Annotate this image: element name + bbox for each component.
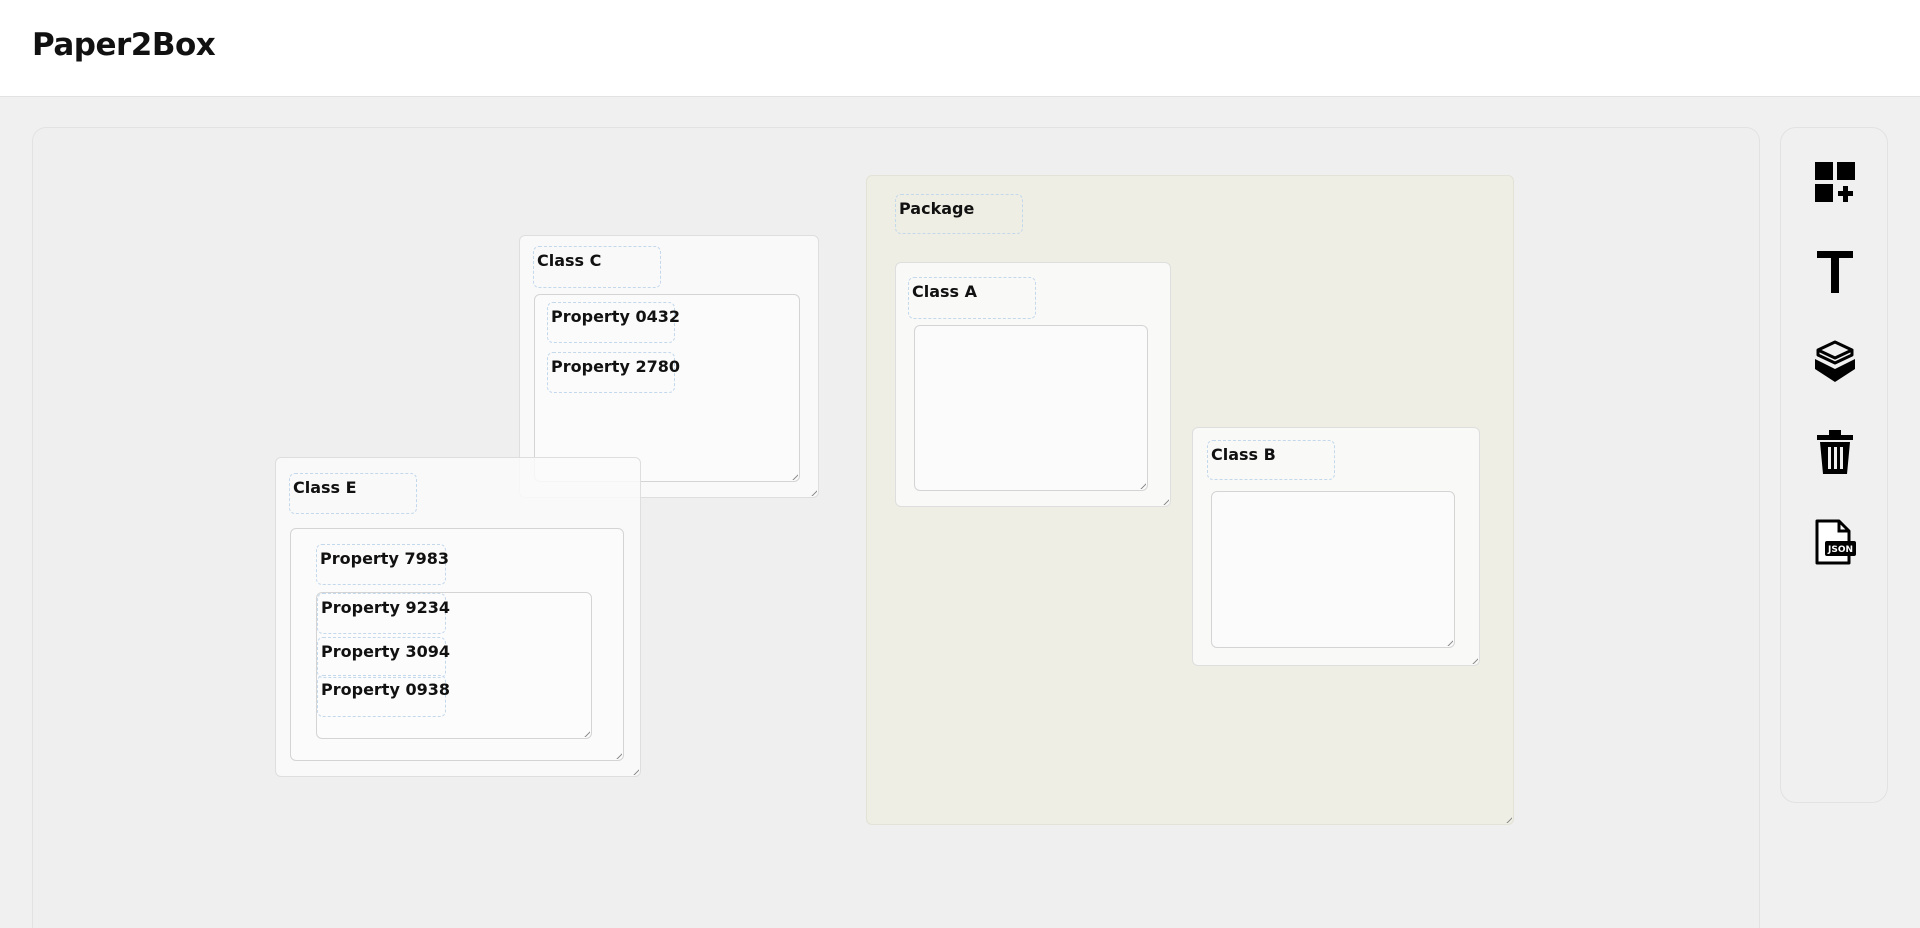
resize-handle[interactable] <box>1468 654 1478 664</box>
tool-sidebar: JSON <box>1780 127 1888 803</box>
trash-icon[interactable] <box>1811 428 1859 476</box>
property-item[interactable]: Property 9234 <box>317 593 450 634</box>
resize-handle[interactable] <box>612 749 622 759</box>
resize-handle[interactable] <box>788 470 798 480</box>
class-a-property-list[interactable] <box>914 325 1148 491</box>
property-item[interactable]: Property 3094 <box>317 637 450 678</box>
class-b-label[interactable]: Class B <box>1207 440 1335 480</box>
package-icon[interactable] <box>1811 338 1859 386</box>
diagram-canvas[interactable]: Package Class A Class B Class C Property… <box>32 127 1760 928</box>
property-item[interactable]: Property 2780 <box>547 352 680 393</box>
package-label[interactable]: Package <box>895 194 1023 234</box>
json-export-icon[interactable]: JSON <box>1811 518 1859 566</box>
resize-handle[interactable] <box>580 727 590 737</box>
class-e-property-list[interactable]: Property 7983 Property 9234 Property 309… <box>290 528 624 761</box>
property-group[interactable]: Property 9234 Property 3094 Property 093… <box>316 592 592 739</box>
class-c-property-list[interactable]: Property 0432 Property 2780 <box>534 294 800 482</box>
resize-handle[interactable] <box>1502 813 1512 823</box>
class-a-label[interactable]: Class A <box>908 277 1036 319</box>
resize-handle[interactable] <box>1159 495 1169 505</box>
resize-handle[interactable] <box>1136 479 1146 489</box>
class-b-property-list[interactable] <box>1211 491 1455 648</box>
app-title: Paper2Box <box>32 27 216 63</box>
text-icon[interactable] <box>1811 248 1859 296</box>
resize-handle[interactable] <box>1443 636 1453 646</box>
svg-text:JSON: JSON <box>1827 545 1853 555</box>
class-b-box[interactable]: Class B <box>1192 427 1480 666</box>
class-a-box[interactable]: Class A <box>895 262 1171 507</box>
class-e-label[interactable]: Class E <box>289 473 417 514</box>
property-item[interactable]: Property 0432 <box>547 302 680 343</box>
class-c-label[interactable]: Class C <box>533 246 661 288</box>
property-item[interactable]: Property 7983 <box>316 544 449 585</box>
resize-handle[interactable] <box>629 765 639 775</box>
package-box[interactable]: Package Class A Class B <box>866 175 1514 825</box>
resize-handle[interactable] <box>807 486 817 496</box>
property-item[interactable]: Property 0938 <box>317 675 450 717</box>
add-class-icon[interactable] <box>1811 158 1859 206</box>
app-header: Paper2Box <box>0 0 1920 97</box>
class-e-box[interactable]: Class E Property 7983 Property 9234 Prop… <box>275 457 641 777</box>
